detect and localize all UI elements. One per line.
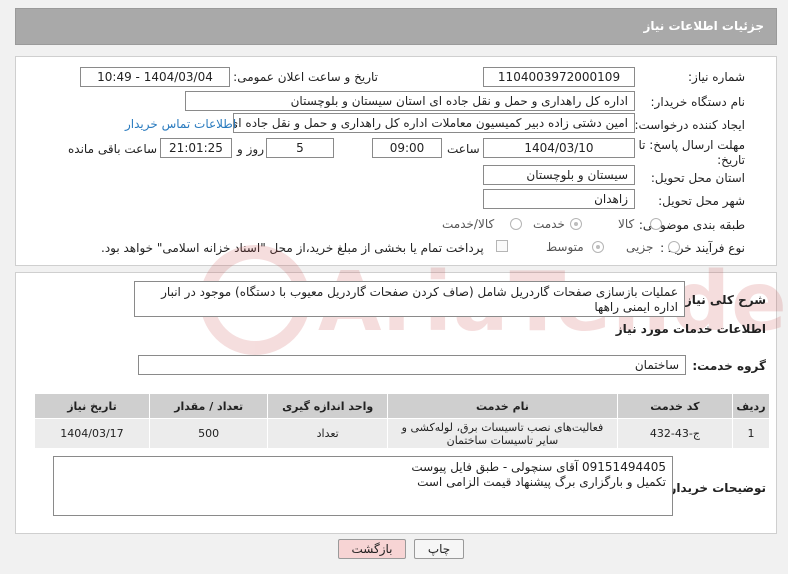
back-button[interactable]: بازگشت: [338, 539, 406, 559]
purchase-option-minor: جزیی: [626, 240, 654, 254]
province-label: استان محل تحویل:: [650, 171, 745, 185]
requester-field: امین دشتی زاده دبیر کمیسیون معاملات ادار…: [233, 113, 635, 133]
col-service-name: نام خدمت: [386, 393, 618, 419]
category-radio-service[interactable]: [570, 218, 582, 230]
remaining-days-field: 5: [266, 138, 334, 158]
services-section-title: اطلاعات خدمات مورد نیاز: [615, 322, 766, 336]
col-service-code: کد خدمت: [616, 393, 733, 419]
cell-need-date: 1404/03/17: [34, 418, 150, 449]
purchase-radio-minor[interactable]: [668, 241, 680, 253]
purchase-radio-medium[interactable]: [592, 241, 604, 253]
province-field: سیستان و بلوچستان: [483, 165, 635, 185]
service-group-label: گروه خدمت:: [692, 359, 766, 373]
requester-label: ایجاد کننده درخواست:: [634, 118, 745, 132]
description-field: عملیات بازسازی صفحات گاردریل شامل (صاف ک…: [134, 281, 685, 317]
category-option-service: خدمت: [533, 217, 565, 231]
col-quantity: تعداد / مقدار: [148, 393, 269, 419]
treasury-payment-checkbox[interactable]: [496, 240, 508, 252]
buyer-notes-label: توضیحات خریدار:: [664, 481, 766, 495]
service-group-field: ساختمان: [138, 355, 686, 375]
need-details-panel: [15, 56, 777, 266]
col-unit: واحد اندازه گیری: [267, 393, 388, 419]
buyer-notes-line2: تکمیل و بارگزاری برگ پیشنهاد قیمت الزامی…: [417, 475, 666, 489]
table-row: 1404/03/17 500 تعداد فعالیت‌های نصب تاسی…: [34, 418, 771, 449]
need-number-label: شماره نیاز:: [688, 70, 745, 84]
city-field: زاهدان: [483, 189, 635, 209]
cell-row-number: 1: [731, 418, 771, 449]
services-table-header: تاریخ نیاز تعداد / مقدار واحد اندازه گیر…: [34, 393, 771, 419]
print-button[interactable]: چاپ: [414, 539, 464, 559]
need-number-field: 1104003972000109: [483, 67, 635, 87]
deadline-label-line1: مهلت ارسال پاسخ: تا: [638, 138, 745, 152]
purchase-option-medium: متوسط: [546, 240, 584, 254]
buyer-notes-field: 09151494405 آقای سنچولی - طبق فایل پیوست…: [53, 456, 673, 516]
description-text: عملیات بازسازی صفحات گاردریل شامل (صاف ک…: [161, 285, 678, 314]
category-radio-goods-service[interactable]: [510, 218, 522, 230]
cell-unit: تعداد: [267, 418, 388, 449]
buyer-notes-line1: 09151494405 آقای سنچولی - طبق فایل پیوست: [411, 460, 666, 474]
category-radio-goods[interactable]: [650, 218, 662, 230]
deadline-time-label: ساعت: [447, 142, 480, 156]
remaining-days-label: روز و: [237, 142, 264, 156]
announce-datetime-field: 1404/03/04 - 10:49: [80, 67, 230, 87]
services-table: تاریخ نیاز تعداد / مقدار واحد اندازه گیر…: [34, 393, 771, 449]
cell-quantity: 500: [148, 418, 269, 449]
remaining-time-field: 21:01:25: [160, 138, 232, 158]
cell-service-code: ج-43-432: [616, 418, 733, 449]
col-need-date: تاریخ نیاز: [34, 393, 150, 419]
page-title: جزئیات اطلاعات نیاز: [643, 19, 764, 33]
buyer-org-label: نام دستگاه خریدار:: [650, 95, 746, 109]
deadline-label-line2: تاریخ:: [717, 153, 745, 167]
deadline-date-field: 1404/03/10: [483, 138, 635, 158]
category-option-goods: کالا: [618, 217, 635, 231]
col-row: ردیف: [731, 393, 771, 419]
announce-datetime-label: تاریخ و ساعت اعلان عمومی:: [233, 70, 378, 84]
page-header: جزئیات اطلاعات نیاز: [15, 8, 777, 45]
buyer-org-field: اداره کل راهداری و حمل و نقل جاده ای است…: [185, 91, 635, 111]
remaining-time-label: ساعت باقی مانده: [68, 142, 158, 156]
city-label: شهر محل تحویل:: [658, 194, 745, 208]
category-option-goods-service: کالا/خدمت: [442, 217, 495, 231]
cell-service-name: فعالیت‌های نصب تاسیسات برق، لوله‌کشی و س…: [386, 418, 618, 449]
description-label: شرح کلی نیاز:: [680, 293, 766, 307]
buyer-contact-link[interactable]: اطلاعات تماس خریدار: [125, 117, 236, 131]
deadline-time-field: 09:00: [372, 138, 442, 158]
treasury-payment-note: پرداخت تمام یا بخشی از مبلغ خرید،از محل …: [101, 241, 484, 255]
